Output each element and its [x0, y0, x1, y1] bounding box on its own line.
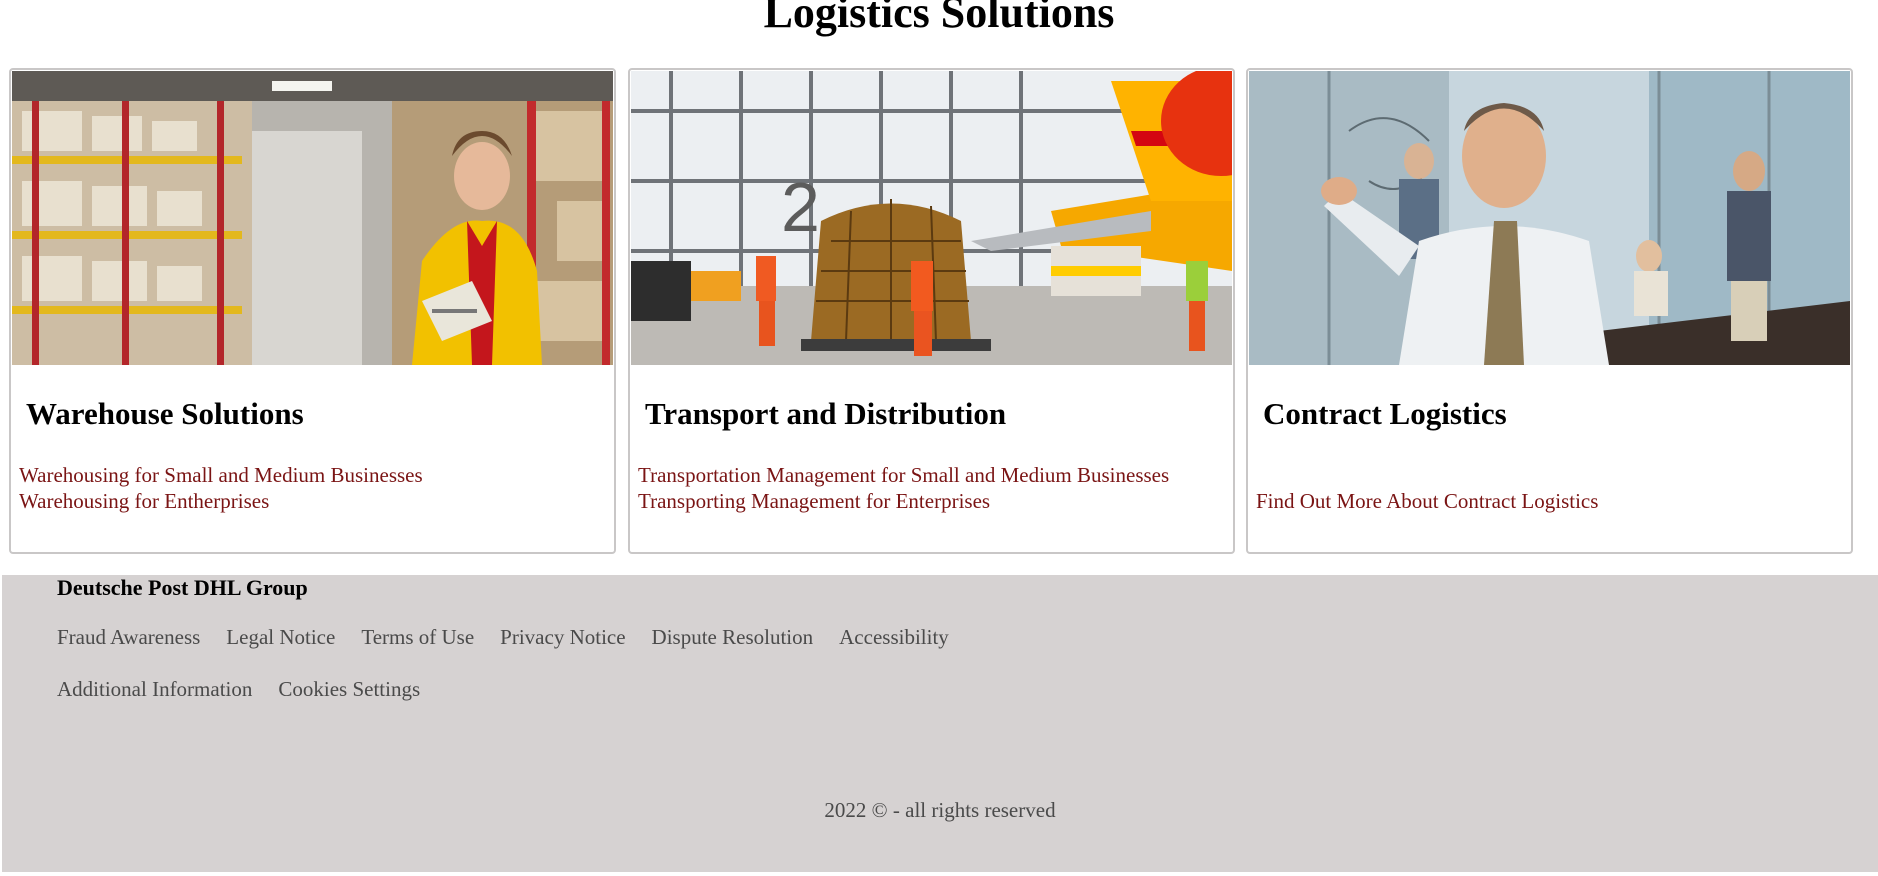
footer-link-additional-information[interactable]: Additional Information: [57, 676, 252, 702]
link-warehousing-smb[interactable]: Warehousing for Small and Medium Busines…: [19, 462, 609, 488]
card-links: Transportation Management for Small and …: [638, 462, 1228, 514]
footer-link-privacy-notice[interactable]: Privacy Notice: [500, 624, 625, 650]
card-transport-distribution: 2 Transport and Distribution Transportat…: [628, 68, 1235, 554]
footer-link-cookies-settings[interactable]: Cookies Settings: [278, 676, 420, 702]
card-title: Warehouse Solutions: [26, 396, 304, 431]
footer-links-row-1: Fraud Awareness Legal Notice Terms of Us…: [57, 624, 949, 650]
business-meeting-photo: [1249, 71, 1850, 365]
footer-link-dispute-resolution[interactable]: Dispute Resolution: [652, 624, 814, 650]
page-title: Logistics Solutions: [763, 0, 1115, 37]
footer-link-terms-of-use[interactable]: Terms of Use: [361, 624, 474, 650]
card-links: Find Out More About Contract Logistics: [1256, 462, 1846, 514]
warehouse-worker-photo: [12, 71, 613, 365]
svg-text:2: 2: [781, 168, 820, 246]
link-warehousing-enterprises[interactable]: Warehousing for Entherprises: [19, 488, 609, 514]
card-contract-logistics: Contract Logistics Find Out More About C…: [1246, 68, 1853, 554]
site-footer: Deutsche Post DHL Group Fraud Awareness …: [2, 575, 1878, 872]
card-links: Warehousing for Small and Medium Busines…: [19, 462, 609, 514]
footer-link-legal-notice[interactable]: Legal Notice: [226, 624, 335, 650]
footer-link-fraud-awareness[interactable]: Fraud Awareness: [57, 624, 200, 650]
copyright-text: 2022 © - all rights reserved: [824, 798, 1056, 822]
air-cargo-hangar-photo: 2: [631, 71, 1232, 365]
footer-brand: Deutsche Post DHL Group: [57, 575, 308, 600]
solutions-cards: Warehouse Solutions Warehousing for Smal…: [9, 68, 1853, 554]
footer-links-row-2: Additional Information Cookies Settings: [57, 676, 420, 702]
link-transportation-smb[interactable]: Transportation Management for Small and …: [638, 462, 1228, 488]
card-title: Transport and Distribution: [645, 396, 1007, 431]
card-warehouse-solutions: Warehouse Solutions Warehousing for Smal…: [9, 68, 616, 554]
footer-link-accessibility[interactable]: Accessibility: [839, 624, 949, 650]
link-contract-logistics-more[interactable]: Find Out More About Contract Logistics: [1256, 488, 1846, 514]
card-title: Contract Logistics: [1263, 396, 1507, 431]
link-transporting-enterprises[interactable]: Transporting Management for Enterprises: [638, 488, 1228, 514]
